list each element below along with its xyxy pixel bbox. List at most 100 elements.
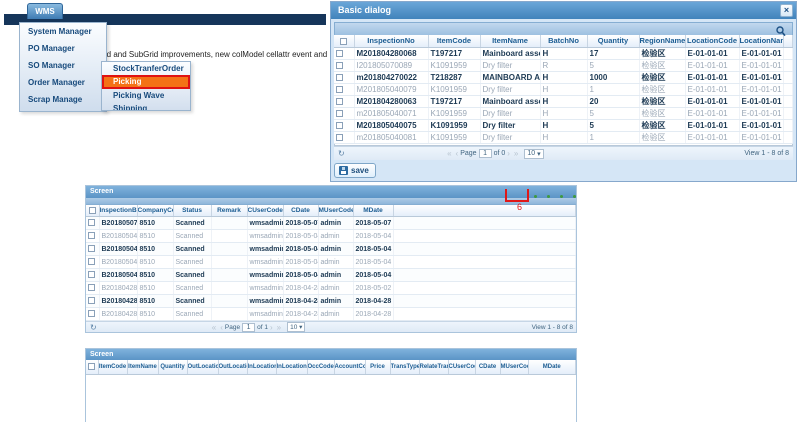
page-input[interactable]: 1 xyxy=(242,323,255,332)
col-inspectionno[interactable]: InspectionNo xyxy=(354,35,428,47)
col-itemname[interactable]: ItemName xyxy=(127,360,158,374)
row-checkbox[interactable] xyxy=(336,86,343,93)
col-inlocationname[interactable]: InLocationNam xyxy=(276,360,307,374)
col-mdate[interactable]: MDate xyxy=(528,360,576,374)
table-row[interactable]: m201805040081K1091959Dry filterH1检验区E-01… xyxy=(334,131,793,143)
view-range-label: View 1 - 8 of 8 xyxy=(744,150,793,157)
col-outlocationcode[interactable]: OutLocationCo xyxy=(187,360,218,374)
save-button[interactable]: save xyxy=(334,163,376,178)
row-checkbox[interactable] xyxy=(336,50,343,57)
table-row[interactable]: m201805040071K1091959Dry filterH5检验区E-01… xyxy=(334,107,793,119)
col-inlocationcode[interactable]: InLocationCod xyxy=(247,360,276,374)
menu-item-scrap-manage[interactable]: Scrap Manage xyxy=(20,91,106,108)
table-row[interactable]: I201805070089K1091959Dry filterR5检验区E-01… xyxy=(334,59,793,71)
col-status[interactable]: Status xyxy=(173,205,211,217)
col-accountcode[interactable]: AccountCode xyxy=(334,360,365,374)
window-titlebar[interactable]: Screen xyxy=(86,349,576,360)
row-checkbox[interactable] xyxy=(336,134,343,141)
window-titlebar[interactable]: Screen xyxy=(86,186,576,198)
col-batchno[interactable]: BatchNo xyxy=(540,35,587,47)
submenu-item-shipping[interactable]: Shipping xyxy=(102,102,190,111)
col-transtype[interactable]: TransType xyxy=(390,360,419,374)
col-musercode[interactable]: MUserCode xyxy=(500,360,528,374)
col-musercode[interactable]: MUserCode xyxy=(318,205,353,217)
row-checkbox[interactable] xyxy=(336,98,343,105)
table-row[interactable]: B2018050400188510Scannedwmsadmin2018-05-… xyxy=(86,256,576,269)
table-row[interactable]: B2018050400198510Scannedwmsadmin2018-05-… xyxy=(86,243,576,256)
page-size-select[interactable]: 10 ▾ xyxy=(524,149,543,159)
page-size-select[interactable]: 10 ▾ xyxy=(287,322,305,332)
row-checkbox[interactable] xyxy=(88,245,95,252)
table-row[interactable]: M201805040079K1091959Dry filterH1检验区E-01… xyxy=(334,83,793,95)
annotation-bracket xyxy=(505,189,529,202)
table-row[interactable]: B2018042800118510Scannedwmsadmin2018-04-… xyxy=(86,282,576,295)
col-relatetranscode[interactable]: RelateTransCo xyxy=(419,360,448,374)
last-page-icon[interactable]: » xyxy=(277,323,281,332)
close-icon[interactable]: × xyxy=(780,4,793,17)
col-outlocationname[interactable]: OutLocationNa xyxy=(218,360,247,374)
col-cdate[interactable]: CDate xyxy=(475,360,500,374)
row-checkbox[interactable] xyxy=(336,110,343,117)
table-row[interactable]: B2018050400178510Scannedwmsadmin2018-05-… xyxy=(86,269,576,282)
col-cusercode[interactable]: CUserCode xyxy=(448,360,475,374)
table-row[interactable]: M201805040075K1091959Dry filterH5检验区E-01… xyxy=(334,119,793,131)
col-remark[interactable]: Remark xyxy=(211,205,247,217)
col-inspectionback[interactable]: InspectionBack xyxy=(99,205,137,217)
submenu-item-picking[interactable]: Picking xyxy=(102,75,190,89)
table-row[interactable]: M201804280068T197217Mainboard assemH17检验… xyxy=(334,47,793,59)
prev-page-icon[interactable]: ‹ xyxy=(456,149,459,158)
col-mdate[interactable]: MDate xyxy=(353,205,393,217)
table-row[interactable]: B2018050700288510Scannedwmsadmin2018-05-… xyxy=(86,217,576,230)
annotation-label: 6 xyxy=(517,202,522,212)
row-checkbox[interactable] xyxy=(88,258,95,265)
row-checkbox[interactable] xyxy=(88,297,95,304)
select-all-checkbox[interactable] xyxy=(88,363,95,370)
refresh-icon[interactable]: ↻ xyxy=(90,323,97,332)
dialog-body: InspectionNo ItemCode ItemName BatchNo Q… xyxy=(331,19,796,181)
table-row[interactable]: m201804270022T218287MAINBOARD ASSEH1000检… xyxy=(334,71,793,83)
menu-item-po-manager[interactable]: PO Manager xyxy=(20,40,106,57)
col-locationcode[interactable]: LocationCode xyxy=(685,35,739,47)
dialog-titlebar[interactable]: Basic dialog × xyxy=(331,2,796,19)
table-row[interactable]: B2018042800088510Scannedwmsadmin2018-04-… xyxy=(86,295,576,308)
prev-page-icon[interactable]: ‹ xyxy=(220,323,223,332)
col-itemname[interactable]: ItemName xyxy=(480,35,540,47)
search-icon[interactable] xyxy=(776,24,786,42)
row-checkbox[interactable] xyxy=(336,122,343,129)
col-occcode[interactable]: OccCode xyxy=(307,360,334,374)
select-all-checkbox[interactable] xyxy=(89,207,96,214)
select-all-checkbox[interactable] xyxy=(340,38,347,45)
last-page-icon[interactable]: » xyxy=(514,149,518,158)
page-input[interactable]: 1 xyxy=(479,149,492,158)
menu-item-order-manager[interactable]: Order Manager xyxy=(20,74,106,91)
col-regionname[interactable]: RegionName xyxy=(639,35,685,47)
refresh-icon[interactable]: ↻ xyxy=(338,149,345,158)
tab-wms[interactable]: WMS xyxy=(27,3,63,19)
first-page-icon[interactable]: « xyxy=(212,323,216,332)
next-page-icon[interactable]: › xyxy=(507,149,510,158)
col-cdate[interactable]: CDate xyxy=(283,205,318,217)
col-cusercode[interactable]: CUserCode xyxy=(247,205,283,217)
table-row[interactable]: B2018042800078510Scannedwmsadmin2018-04-… xyxy=(86,308,576,321)
col-price[interactable]: Price xyxy=(365,360,390,374)
menu-item-so-manager[interactable]: SO Manager xyxy=(20,57,106,74)
col-companycode[interactable]: CompanyCode xyxy=(137,205,173,217)
row-checkbox[interactable] xyxy=(88,284,95,291)
col-quantity[interactable]: Quantity xyxy=(587,35,639,47)
table-row[interactable]: B2018050400238510Scannedwmsadmin2018-05-… xyxy=(86,230,576,243)
row-checkbox[interactable] xyxy=(88,271,95,278)
menu-item-system-manager[interactable]: System Manager xyxy=(20,23,106,40)
next-page-icon[interactable]: › xyxy=(270,323,273,332)
first-page-icon[interactable]: « xyxy=(447,149,451,158)
row-checkbox[interactable] xyxy=(88,219,95,226)
col-itemcode[interactable]: ItemCode xyxy=(428,35,480,47)
row-checkbox[interactable] xyxy=(88,310,95,317)
submenu-item-picking-wave[interactable]: Picking Wave xyxy=(102,89,190,102)
table-row[interactable]: M201804280063T197217Mainboard assemH20检验… xyxy=(334,95,793,107)
col-itemcode[interactable]: ItemCode xyxy=(98,360,127,374)
row-checkbox[interactable] xyxy=(88,232,95,239)
submenu-item-stocktranferorder[interactable]: StockTranferOrder xyxy=(102,62,190,75)
col-quantity[interactable]: Quantity xyxy=(158,360,187,374)
row-checkbox[interactable] xyxy=(336,74,343,81)
row-checkbox[interactable] xyxy=(336,62,343,69)
